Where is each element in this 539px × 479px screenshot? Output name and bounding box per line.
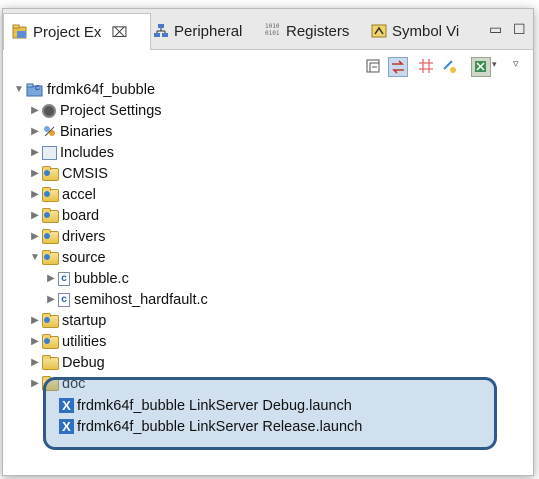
screenshot-frame: Project Ex ⌧ Peripheral 1010 0101 Regist…	[0, 0, 539, 479]
minimize-icon[interactable]: ▭	[489, 21, 502, 38]
tree-item-label: source	[62, 249, 106, 266]
tab-project-explorer[interactable]: Project Ex ⌧	[3, 13, 151, 50]
collapsed-arrow-icon[interactable]: ▶	[45, 273, 57, 284]
collapsed-arrow-icon[interactable]: ▶	[29, 231, 41, 242]
settings-gear-icon	[42, 103, 56, 118]
tree-item-label: Binaries	[60, 123, 113, 140]
source-folder-icon	[42, 229, 59, 244]
dropdown-arrow-icon[interactable]: ▾	[492, 59, 510, 77]
folder-icon	[42, 355, 59, 370]
expanded-arrow-icon[interactable]: ▼	[29, 252, 41, 263]
tree-item[interactable]: ▶ c semihost_hardfault.c	[45, 289, 208, 310]
collapsed-arrow-icon[interactable]: ▶	[29, 126, 41, 137]
tree-item-label: frdmk64f_bubble LinkServer Debug.launch	[77, 397, 352, 414]
expanded-arrow-icon[interactable]: ▼	[13, 84, 25, 95]
collapsed-arrow-icon[interactable]: ▶	[29, 315, 41, 326]
project-explorer-window: Project Ex ⌧ Peripheral 1010 0101 Regist…	[2, 8, 534, 476]
tree-item[interactable]: ▶ drivers	[29, 226, 106, 247]
c-file-icon: c	[58, 271, 70, 286]
tab-peripheral[interactable]: Peripheral	[153, 15, 242, 47]
tree-item-label: Debug	[62, 354, 105, 371]
tree-item-label: board	[62, 207, 100, 224]
tab-label: Symbol Vi	[392, 22, 460, 40]
source-folder-icon	[42, 187, 59, 202]
svg-text:C: C	[35, 85, 40, 92]
tree-item-launch[interactable]: X frdmk64f_bubble LinkServer Debug.launc…	[59, 395, 352, 416]
tree-item-launch[interactable]: X frdmk64f_bubble LinkServer Release.lau…	[59, 416, 362, 437]
tree-item-label: startup	[62, 312, 107, 329]
tree-item-label: bubble.c	[74, 270, 129, 287]
tab-label: Peripheral	[174, 22, 243, 40]
tree-item-label: accel	[62, 186, 96, 203]
tree-item[interactable]: ▶ Binaries	[29, 121, 112, 142]
tab-symbol-viewer[interactable]: Symbol Vi	[371, 15, 459, 47]
tree-item[interactable]: ▶ accel	[29, 184, 96, 205]
tree-item[interactable]: ▶ CMSIS	[29, 163, 108, 184]
source-folder-icon	[42, 250, 59, 265]
tree-item[interactable]: ▶ board	[29, 205, 99, 226]
tree-item[interactable]: ▶ startup	[29, 310, 106, 331]
close-icon[interactable]: ⌧	[111, 24, 127, 41]
tree-item-label: Includes	[60, 144, 115, 161]
source-folder-icon	[42, 208, 59, 223]
collapsed-arrow-icon[interactable]: ▶	[29, 357, 41, 368]
registers-icon: 1010 0101	[265, 23, 280, 37]
tree-item-label: CMSIS	[62, 165, 108, 182]
view-menu-icon[interactable]: ▿	[513, 57, 531, 75]
tree-item[interactable]: ▼ source	[29, 247, 106, 268]
tree-item-label: frdmk64f_bubble LinkServer Release.launc…	[77, 418, 363, 435]
tree-item[interactable]: ▶ Project Settings	[29, 100, 162, 121]
collapsed-arrow-icon[interactable]: ▶	[29, 168, 41, 179]
project-explorer-icon	[12, 24, 28, 40]
collapsed-arrow-icon[interactable]: ▶	[29, 105, 41, 116]
collapsed-arrow-icon[interactable]: ▶	[29, 378, 41, 389]
launch-config-icon: X	[59, 398, 74, 413]
symbol-viewer-icon	[371, 23, 387, 39]
tree-item[interactable]: ▶ Debug	[29, 352, 105, 373]
collapsed-arrow-icon[interactable]: ▶	[29, 189, 41, 200]
project-name: frdmk64f_bubble	[47, 81, 156, 98]
view-toolbar: ▾ ▿	[3, 51, 533, 81]
c-project-icon: C	[26, 82, 44, 97]
launch-filter-icon[interactable]	[471, 57, 491, 77]
tree-item-label: Project Settings	[60, 102, 162, 119]
binaries-icon	[42, 124, 57, 139]
source-folder-icon	[42, 166, 59, 181]
tree-item[interactable]: ▶ utilities	[29, 331, 106, 352]
collapsed-arrow-icon[interactable]: ▶	[29, 336, 41, 347]
tree-item[interactable]: ▶ c bubble.c	[45, 268, 129, 289]
tab-label: Registers	[286, 22, 350, 40]
sync-icon[interactable]	[440, 57, 458, 75]
peripheral-icon	[153, 23, 169, 39]
collapse-all-icon[interactable]	[365, 57, 383, 75]
view-tab-bar: Project Ex ⌧ Peripheral 1010 0101 Regist…	[3, 9, 533, 50]
grid-icon[interactable]	[417, 57, 435, 75]
tab-registers[interactable]: 1010 0101 Registers	[265, 15, 349, 47]
includes-icon	[42, 145, 57, 160]
source-folder-icon	[42, 313, 59, 328]
link-with-editor-icon[interactable]	[388, 57, 408, 77]
collapsed-arrow-icon[interactable]: ▶	[29, 210, 41, 221]
tree-item-project[interactable]: ▼ C frdmk64f_bubble	[13, 79, 155, 100]
tree-item-label: semihost_hardfault.c	[74, 291, 208, 308]
maximize-icon[interactable]: ☐	[513, 21, 526, 38]
tree-item[interactable]: ▶ Includes	[29, 142, 114, 163]
collapsed-arrow-icon[interactable]: ▶	[29, 147, 41, 158]
collapsed-arrow-icon[interactable]: ▶	[45, 294, 57, 305]
tree-item-label: utilities	[62, 333, 107, 350]
source-folder-icon	[42, 334, 59, 349]
c-file-icon: c	[58, 292, 70, 307]
tree-item-label: drivers	[62, 228, 106, 245]
tab-label: Project Ex	[33, 23, 102, 41]
launch-config-icon: X	[59, 419, 74, 434]
